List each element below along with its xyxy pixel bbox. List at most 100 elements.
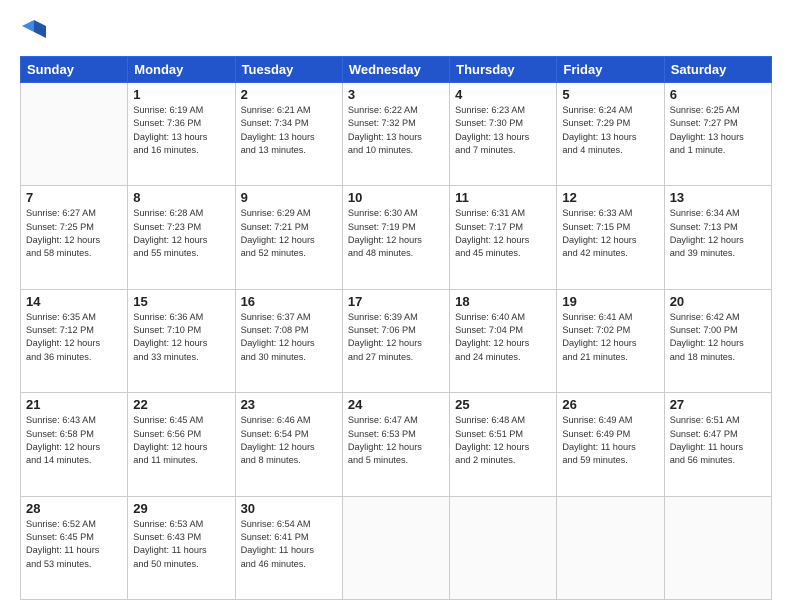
calendar-cell: 11 Sunrise: 6:31 AMSunset: 7:17 PMDayligh… <box>450 186 557 289</box>
day-number: 19 <box>562 294 658 309</box>
day-info: Sunrise: 6:21 AMSunset: 7:34 PMDaylight:… <box>241 104 337 157</box>
day-info: Sunrise: 6:49 AMSunset: 6:49 PMDaylight:… <box>562 414 658 467</box>
day-number: 13 <box>670 190 766 205</box>
day-number: 25 <box>455 397 551 412</box>
calendar-cell: 22 Sunrise: 6:45 AMSunset: 6:56 PMDayligh… <box>128 393 235 496</box>
logo-icon <box>20 18 48 46</box>
day-number: 7 <box>26 190 122 205</box>
calendar-week-3: 14 Sunrise: 6:35 AMSunset: 7:12 PMDayligh… <box>21 289 772 392</box>
day-header-tuesday: Tuesday <box>235 57 342 83</box>
calendar-cell <box>664 496 771 599</box>
calendar-cell: 2 Sunrise: 6:21 AMSunset: 7:34 PMDaylight… <box>235 83 342 186</box>
calendar-week-4: 21 Sunrise: 6:43 AMSunset: 6:58 PMDayligh… <box>21 393 772 496</box>
day-number: 27 <box>670 397 766 412</box>
day-number: 11 <box>455 190 551 205</box>
calendar-cell: 13 Sunrise: 6:34 AMSunset: 7:13 PMDayligh… <box>664 186 771 289</box>
calendar-cell: 7 Sunrise: 6:27 AMSunset: 7:25 PMDaylight… <box>21 186 128 289</box>
day-info: Sunrise: 6:19 AMSunset: 7:36 PMDaylight:… <box>133 104 229 157</box>
day-info: Sunrise: 6:37 AMSunset: 7:08 PMDaylight:… <box>241 311 337 364</box>
day-number: 3 <box>348 87 444 102</box>
day-info: Sunrise: 6:53 AMSunset: 6:43 PMDaylight:… <box>133 518 229 571</box>
day-number: 29 <box>133 501 229 516</box>
day-info: Sunrise: 6:27 AMSunset: 7:25 PMDaylight:… <box>26 207 122 260</box>
day-header-thursday: Thursday <box>450 57 557 83</box>
day-info: Sunrise: 6:33 AMSunset: 7:15 PMDaylight:… <box>562 207 658 260</box>
day-info: Sunrise: 6:25 AMSunset: 7:27 PMDaylight:… <box>670 104 766 157</box>
day-number: 17 <box>348 294 444 309</box>
calendar-cell: 15Sunrise: 6:36 AMSunset: 7:10 PMDayligh… <box>128 289 235 392</box>
day-info: Sunrise: 6:31 AMSunset: 7:17 PMDaylight:… <box>455 207 551 260</box>
day-number: 28 <box>26 501 122 516</box>
day-info: Sunrise: 6:34 AMSunset: 7:13 PMDaylight:… <box>670 207 766 260</box>
day-info: Sunrise: 6:51 AMSunset: 6:47 PMDaylight:… <box>670 414 766 467</box>
calendar-cell: 14 Sunrise: 6:35 AMSunset: 7:12 PMDayligh… <box>21 289 128 392</box>
logo <box>20 18 52 46</box>
calendar-cell: 9 Sunrise: 6:29 AMSunset: 7:21 PMDaylight… <box>235 186 342 289</box>
day-header-sunday: Sunday <box>21 57 128 83</box>
day-info: Sunrise: 6:54 AMSunset: 6:41 PMDaylight:… <box>241 518 337 571</box>
day-number: 12 <box>562 190 658 205</box>
calendar-cell: 12 Sunrise: 6:33 AMSunset: 7:15 PMDayligh… <box>557 186 664 289</box>
calendar-cell: 19 Sunrise: 6:41 AMSunset: 7:02 PMDayligh… <box>557 289 664 392</box>
day-number: 9 <box>241 190 337 205</box>
calendar-cell: 6 Sunrise: 6:25 AMSunset: 7:27 PMDaylight… <box>664 83 771 186</box>
calendar-week-2: 7 Sunrise: 6:27 AMSunset: 7:25 PMDaylight… <box>21 186 772 289</box>
calendar-cell: 30 Sunrise: 6:54 AMSunset: 6:41 PMDayligh… <box>235 496 342 599</box>
day-number: 10 <box>348 190 444 205</box>
calendar-cell: 23Sunrise: 6:46 AMSunset: 6:54 PMDayligh… <box>235 393 342 496</box>
day-number: 8 <box>133 190 229 205</box>
calendar-cell: 24 Sunrise: 6:47 AMSunset: 6:53 PMDayligh… <box>342 393 449 496</box>
calendar-cell <box>450 496 557 599</box>
calendar-cell <box>557 496 664 599</box>
calendar-cell: 21 Sunrise: 6:43 AMSunset: 6:58 PMDayligh… <box>21 393 128 496</box>
day-info: Sunrise: 6:39 AMSunset: 7:06 PMDaylight:… <box>348 311 444 364</box>
day-info: Sunrise: 6:45 AMSunset: 6:56 PMDaylight:… <box>133 414 229 467</box>
day-info: Sunrise: 6:30 AMSunset: 7:19 PMDaylight:… <box>348 207 444 260</box>
day-info: Sunrise: 6:47 AMSunset: 6:53 PMDaylight:… <box>348 414 444 467</box>
day-info: Sunrise: 6:40 AMSunset: 7:04 PMDaylight:… <box>455 311 551 364</box>
day-info: Sunrise: 6:29 AMSunset: 7:21 PMDaylight:… <box>241 207 337 260</box>
day-number: 21 <box>26 397 122 412</box>
calendar-cell <box>342 496 449 599</box>
day-info: Sunrise: 6:48 AMSunset: 6:51 PMDaylight:… <box>455 414 551 467</box>
calendar-cell: 1 Sunrise: 6:19 AMSunset: 7:36 PMDaylight… <box>128 83 235 186</box>
day-number: 30 <box>241 501 337 516</box>
day-number: 22 <box>133 397 229 412</box>
day-number: 23 <box>241 397 337 412</box>
day-number: 24 <box>348 397 444 412</box>
calendar-week-5: 28 Sunrise: 6:52 AMSunset: 6:45 PMDayligh… <box>21 496 772 599</box>
calendar-cell: 3 Sunrise: 6:22 AMSunset: 7:32 PMDaylight… <box>342 83 449 186</box>
day-info: Sunrise: 6:23 AMSunset: 7:30 PMDaylight:… <box>455 104 551 157</box>
day-info: Sunrise: 6:28 AMSunset: 7:23 PMDaylight:… <box>133 207 229 260</box>
day-info: Sunrise: 6:22 AMSunset: 7:32 PMDaylight:… <box>348 104 444 157</box>
calendar-cell: 5 Sunrise: 6:24 AMSunset: 7:29 PMDaylight… <box>557 83 664 186</box>
day-header-friday: Friday <box>557 57 664 83</box>
day-info: Sunrise: 6:36 AMSunset: 7:10 PMDaylight:… <box>133 311 229 364</box>
day-number: 5 <box>562 87 658 102</box>
day-number: 1 <box>133 87 229 102</box>
calendar-cell <box>21 83 128 186</box>
day-number: 14 <box>26 294 122 309</box>
calendar-cell: 25 Sunrise: 6:48 AMSunset: 6:51 PMDayligh… <box>450 393 557 496</box>
day-number: 2 <box>241 87 337 102</box>
calendar-header-row: SundayMondayTuesdayWednesdayThursdayFrid… <box>21 57 772 83</box>
calendar-cell: 26Sunrise: 6:49 AMSunset: 6:49 PMDayligh… <box>557 393 664 496</box>
day-info: Sunrise: 6:43 AMSunset: 6:58 PMDaylight:… <box>26 414 122 467</box>
day-header-monday: Monday <box>128 57 235 83</box>
day-number: 16 <box>241 294 337 309</box>
day-info: Sunrise: 6:41 AMSunset: 7:02 PMDaylight:… <box>562 311 658 364</box>
day-header-wednesday: Wednesday <box>342 57 449 83</box>
calendar-cell: 16 Sunrise: 6:37 AMSunset: 7:08 PMDayligh… <box>235 289 342 392</box>
day-number: 20 <box>670 294 766 309</box>
day-header-saturday: Saturday <box>664 57 771 83</box>
day-number: 6 <box>670 87 766 102</box>
day-info: Sunrise: 6:42 AMSunset: 7:00 PMDaylight:… <box>670 311 766 364</box>
calendar-cell: 27 Sunrise: 6:51 AMSunset: 6:47 PMDayligh… <box>664 393 771 496</box>
day-info: Sunrise: 6:24 AMSunset: 7:29 PMDaylight:… <box>562 104 658 157</box>
day-info: Sunrise: 6:52 AMSunset: 6:45 PMDaylight:… <box>26 518 122 571</box>
calendar-cell: 20 Sunrise: 6:42 AMSunset: 7:00 PMDayligh… <box>664 289 771 392</box>
day-info: Sunrise: 6:35 AMSunset: 7:12 PMDaylight:… <box>26 311 122 364</box>
day-number: 18 <box>455 294 551 309</box>
calendar-week-1: 1 Sunrise: 6:19 AMSunset: 7:36 PMDaylight… <box>21 83 772 186</box>
calendar-cell: 29 Sunrise: 6:53 AMSunset: 6:43 PMDayligh… <box>128 496 235 599</box>
